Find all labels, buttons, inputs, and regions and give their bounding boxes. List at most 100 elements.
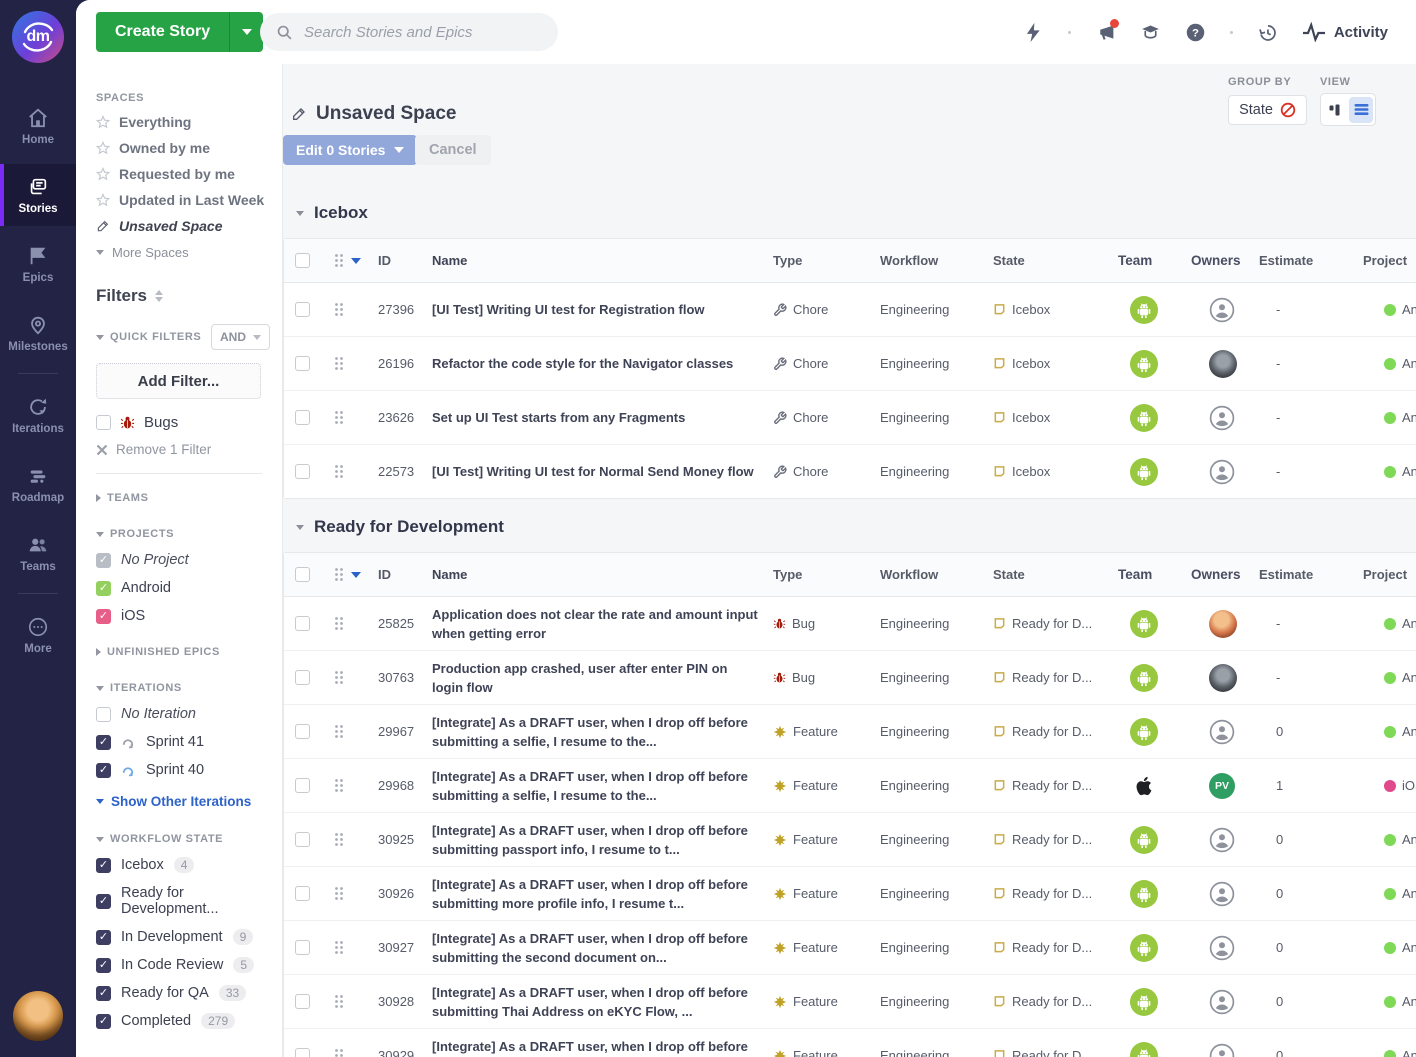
android-team-avatar[interactable] [1130, 880, 1158, 908]
story-name-link[interactable]: [Integrate] As a DRAFT user, when I drop… [424, 713, 769, 751]
android-team-avatar[interactable] [1130, 350, 1158, 378]
owner-avatar-photo[interactable] [1209, 350, 1237, 378]
row-checkbox[interactable] [295, 940, 310, 955]
story-owners[interactable] [1189, 610, 1259, 638]
story-team[interactable] [1114, 404, 1189, 432]
rail-item-stories[interactable]: Stories [0, 164, 76, 226]
quick-filter-bugs[interactable]: Bugs [96, 414, 282, 431]
more-spaces-toggle[interactable]: More Spaces [96, 245, 282, 260]
space-item-owned-by-me[interactable]: Owned by me [96, 140, 282, 156]
owner-avatar-unassigned[interactable] [1209, 1043, 1235, 1057]
graduation-cap-icon[interactable] [1140, 22, 1161, 43]
column-header-team[interactable]: Team [1114, 567, 1189, 582]
column-header-estimate[interactable]: Estimate [1259, 567, 1361, 582]
projects-section-toggle[interactable]: PROJECTS [96, 528, 282, 540]
story-owners[interactable] [1189, 989, 1259, 1015]
drag-handle[interactable] [320, 885, 366, 902]
drag-handle[interactable] [320, 355, 366, 372]
drag-handle[interactable] [320, 463, 366, 480]
checkbox[interactable]: ✓ [96, 958, 111, 973]
story-row[interactable]: 30929[Integrate] As a DRAFT user, when I… [284, 1029, 1416, 1057]
story-owners[interactable] [1189, 881, 1259, 907]
story-owners[interactable] [1189, 935, 1259, 961]
story-name-link[interactable]: Refactor the code style for the Navigato… [424, 354, 769, 373]
group-by-state-button[interactable]: State [1228, 95, 1307, 125]
story-row[interactable]: 29967[Integrate] As a DRAFT user, when I… [284, 705, 1416, 759]
rail-item-more[interactable]: More [0, 604, 76, 666]
story-name-link[interactable]: [Integrate] As a DRAFT user, when I drop… [424, 983, 769, 1021]
story-team[interactable] [1114, 1042, 1189, 1057]
add-filter-button[interactable]: Add Filter... [96, 363, 261, 399]
group-header[interactable]: Ready for Development [296, 517, 1416, 537]
owner-avatar-photo[interactable] [1209, 664, 1237, 692]
story-row[interactable]: 30928[Integrate] As a DRAFT user, when I… [284, 975, 1416, 1029]
rail-item-teams[interactable]: Teams [0, 522, 76, 584]
owner-avatar-unassigned[interactable] [1209, 719, 1235, 745]
filter-operator-select[interactable]: AND [211, 324, 270, 350]
story-owners[interactable] [1189, 719, 1259, 745]
story-row[interactable]: 22573[UI Test] Writing UI test for Norma… [284, 445, 1416, 498]
column-sort-handle[interactable] [320, 566, 366, 583]
story-row[interactable]: 30925[Integrate] As a DRAFT user, when I… [284, 813, 1416, 867]
owner-avatar-photo[interactable] [1209, 610, 1237, 638]
rail-item-iterations[interactable]: Iterations [0, 384, 76, 446]
space-item-requested-by-me[interactable]: Requested by me [96, 166, 282, 182]
story-name-link[interactable]: [UI Test] Writing UI test for Registrati… [424, 300, 769, 319]
owner-avatar-unassigned[interactable] [1209, 827, 1235, 853]
rail-item-milestones[interactable]: Milestones [0, 302, 76, 364]
story-team[interactable] [1114, 988, 1189, 1016]
unfinished-epics-toggle[interactable]: UNFINISHED EPICS [96, 646, 282, 658]
checkbox[interactable]: ✓ [96, 581, 111, 596]
owner-avatar-unassigned[interactable] [1209, 935, 1235, 961]
view-kanban-button[interactable] [1323, 97, 1347, 123]
story-owners[interactable]: PV [1189, 773, 1259, 799]
row-checkbox[interactable] [295, 1048, 310, 1057]
story-team[interactable] [1114, 458, 1189, 486]
remove-filter-button[interactable]: Remove 1 Filter [96, 442, 282, 457]
owner-avatar-unassigned[interactable] [1209, 881, 1235, 907]
user-avatar[interactable] [13, 991, 63, 1041]
workflow-filter-ready-for-qa[interactable]: ✓Ready for QA33 [96, 985, 282, 1001]
drag-handle[interactable] [320, 831, 366, 848]
select-all-checkbox[interactable] [295, 253, 310, 268]
space-item-everything[interactable]: Everything [96, 114, 282, 130]
view-list-button[interactable] [1349, 97, 1373, 123]
owner-avatar-initials[interactable]: PV [1209, 773, 1235, 799]
shortcuts-lightning-icon[interactable] [1023, 22, 1044, 43]
story-row[interactable]: 26196Refactor the code style for the Nav… [284, 337, 1416, 391]
column-header-project[interactable]: Project [1361, 567, 1416, 582]
checkbox[interactable] [96, 707, 111, 722]
story-team[interactable] [1114, 610, 1189, 638]
row-checkbox[interactable] [295, 616, 310, 631]
column-header-name[interactable]: Name [424, 565, 769, 584]
space-item-updated-last-week[interactable]: Updated in Last Week [96, 192, 282, 208]
row-checkbox[interactable] [295, 994, 310, 1009]
cancel-button[interactable]: Cancel [415, 135, 491, 165]
drag-handle[interactable] [320, 615, 366, 632]
android-team-avatar[interactable] [1130, 296, 1158, 324]
story-row[interactable]: 30763Production app crashed, user after … [284, 651, 1416, 705]
help-icon[interactable]: ? [1185, 22, 1206, 43]
story-team[interactable] [1114, 350, 1189, 378]
workspace-logo[interactable]: dm [12, 11, 64, 63]
checkbox[interactable]: ✓ [96, 763, 111, 778]
checkbox[interactable]: ✓ [96, 858, 111, 873]
story-team[interactable] [1114, 664, 1189, 692]
story-row[interactable]: 29968[Integrate] As a DRAFT user, when I… [284, 759, 1416, 813]
create-story-button[interactable]: Create Story [96, 12, 229, 52]
story-owners[interactable] [1189, 459, 1259, 485]
drag-handle[interactable] [320, 301, 366, 318]
story-name-link[interactable]: [UI Test] Writing UI test for Normal Sen… [424, 462, 769, 481]
android-team-avatar[interactable] [1130, 1042, 1158, 1057]
story-owners[interactable] [1189, 297, 1259, 323]
workflow-state-toggle[interactable]: WORKFLOW STATE [96, 833, 282, 845]
story-name-link[interactable]: [Integrate] As a DRAFT user, when I drop… [424, 821, 769, 859]
android-team-avatar[interactable] [1130, 664, 1158, 692]
story-team[interactable] [1114, 296, 1189, 324]
edit-stories-button[interactable]: Edit 0 Stories [283, 135, 417, 165]
pencil-icon[interactable] [291, 106, 307, 122]
row-checkbox[interactable] [295, 724, 310, 739]
column-header-workflow[interactable]: Workflow [874, 253, 987, 268]
project-filter-android[interactable]: ✓Android [96, 580, 282, 596]
story-owners[interactable] [1189, 827, 1259, 853]
